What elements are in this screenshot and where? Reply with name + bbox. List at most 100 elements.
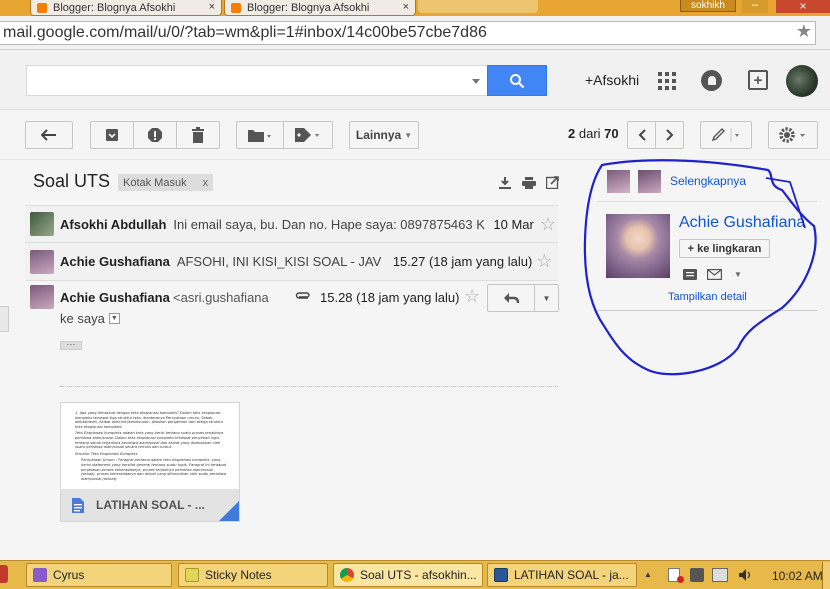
attachment-divider: [60, 386, 558, 387]
blogger-icon: [231, 2, 241, 13]
window-close-button[interactable]: ×: [776, 0, 830, 13]
newer-button[interactable]: [627, 121, 656, 149]
device-tray-icon[interactable]: [690, 568, 704, 582]
folder-icon: [248, 130, 271, 142]
archive-button[interactable]: [90, 121, 134, 149]
browser-tab[interactable]: Blogger: Blognya Afsokhi ×: [224, 0, 416, 16]
reply-button[interactable]: [487, 284, 535, 312]
participant-avatar[interactable]: [607, 170, 630, 193]
delete-button[interactable]: [176, 121, 220, 149]
taskbar-item[interactable]: Cyrus: [26, 563, 172, 587]
sender-email: <asri.gushafiana: [173, 290, 269, 305]
preview-paragraph: Teks Eksplanasi kompleks adalah teks yan…: [75, 431, 224, 450]
thread-subject: Soal UTS: [33, 171, 111, 191]
participant-avatar[interactable]: [638, 170, 661, 193]
word-document-icon: [494, 568, 508, 582]
bookmark-star-icon[interactable]: ★: [796, 21, 812, 42]
star-icon[interactable]: ☆: [536, 251, 552, 272]
avatar[interactable]: [786, 65, 818, 97]
share-plus-icon[interactable]: +: [748, 70, 768, 90]
input-tools-button[interactable]: [700, 121, 752, 149]
labels-button[interactable]: [283, 121, 333, 149]
notifications-bell-icon[interactable]: [701, 70, 722, 91]
preview-heading: Struktur Teks Eksplanasi Kompleks: [75, 451, 138, 456]
attachment-card[interactable]: 1. Apa yang dimaksud dengan teks eksplan…: [60, 402, 240, 522]
message-time: 10 Mar: [493, 216, 534, 232]
collapsed-message[interactable]: Achie Gushafiana AFSOHI, INI KISI_KISI S…: [25, 243, 558, 281]
taskbar-item[interactable]: LATIHAN SOAL - ja...: [487, 563, 637, 587]
search-icon: [510, 73, 525, 88]
print-icon[interactable]: [522, 177, 536, 189]
show-details-link[interactable]: Tampilkan detail: [668, 291, 747, 303]
collapsed-message[interactable]: Afsokhi Abdullah Ini email saya, bu. Dan…: [25, 205, 558, 243]
sidebar-divider: [597, 310, 817, 311]
reply-icon: [504, 293, 519, 304]
attachment-clip-icon: [294, 290, 310, 305]
gear-icon: [779, 127, 805, 143]
download-icon[interactable]: [499, 177, 511, 189]
side-panel-handle[interactable]: [0, 306, 9, 332]
pager-count: 2 dari 70: [568, 126, 619, 141]
move-to-button[interactable]: [236, 121, 284, 149]
email-envelope-icon[interactable]: [707, 268, 723, 283]
recipient-text: ke saya: [60, 311, 105, 326]
show-hidden-icons[interactable]: ▲: [644, 570, 652, 579]
start-button[interactable]: [0, 565, 8, 583]
open-new-window-icon[interactable]: [545, 176, 559, 190]
more-participants-link[interactable]: Selengkapnya: [670, 174, 746, 188]
new-tab-button[interactable]: [418, 0, 538, 13]
contact-name[interactable]: Achie Gushafiana: [679, 214, 805, 232]
sender-name: Achie Gushafiana: [60, 254, 170, 269]
report-spam-button[interactable]: [133, 121, 177, 149]
search-input[interactable]: [26, 65, 488, 96]
chat-icon[interactable]: [683, 268, 697, 283]
remove-label-icon[interactable]: x: [203, 177, 209, 189]
more-contact-actions-icon[interactable]: ▼: [734, 270, 742, 279]
more-actions-label: Lainnya: [355, 128, 402, 142]
taskbar-item[interactable]: Sticky Notes: [178, 563, 328, 587]
more-actions-button[interactable]: Lainnya ▼: [349, 121, 419, 149]
browser-tab[interactable]: Blogger: Blognya Afsokhi ×: [30, 0, 222, 16]
show-desktop-button[interactable]: [822, 562, 830, 589]
taskbar-item-label: Cyrus: [53, 568, 85, 582]
older-button[interactable]: [655, 121, 684, 149]
cyrus-app-icon: [33, 568, 47, 582]
sticky-notes-icon: [185, 568, 199, 582]
taskbar-clock: 10:02 AM: [772, 569, 823, 583]
blogger-icon: [37, 2, 47, 13]
message-time: 15.27 (18 jam yang lalu): [392, 254, 533, 269]
address-input[interactable]: mail.google.com/mail/u/0/?tab=wm&pli=1#i…: [0, 21, 816, 45]
taskbar-item[interactable]: Soal UTS - afsokhin...: [333, 563, 483, 587]
chevron-down-icon: ▼: [404, 130, 413, 140]
sidebar-divider: [597, 201, 817, 202]
attachment-footer: LATIHAN SOAL - ...: [61, 489, 239, 521]
star-icon[interactable]: ☆: [464, 286, 480, 307]
message-time: 15.28 (18 jam yang lalu): [320, 290, 460, 305]
account-plus-link[interactable]: +Afsokhi: [585, 72, 639, 88]
chevron-left-icon: [638, 129, 646, 141]
close-tab-icon[interactable]: ×: [209, 1, 215, 13]
more-reply-options-button[interactable]: ▼: [534, 284, 559, 312]
browser-tab-label: Blogger: Blognya Afsokhi: [247, 1, 370, 14]
contact-photo[interactable]: [606, 214, 670, 278]
preview-question: 1. Apa yang dimaksud dengan teks eksplan…: [75, 411, 224, 429]
volume-tray-icon[interactable]: [738, 568, 752, 585]
search-button[interactable]: [487, 65, 547, 96]
sender-name: Achie Gushafiana: [60, 290, 170, 305]
star-icon[interactable]: ☆: [540, 214, 556, 235]
avatar: [30, 212, 54, 236]
profile-badge[interactable]: sokhikh: [680, 0, 736, 12]
search-options-icon[interactable]: [472, 79, 480, 84]
settings-button[interactable]: [768, 121, 818, 149]
archive-icon: [106, 129, 118, 141]
show-trimmed-content-button[interactable]: ···: [60, 340, 82, 350]
recipients-line: ke saya ▼: [60, 311, 120, 326]
network-tray-icon[interactable]: [712, 568, 728, 582]
close-tab-icon[interactable]: ×: [403, 1, 409, 13]
minimize-button[interactable]: –: [742, 0, 768, 13]
apps-grid-icon[interactable]: [658, 72, 676, 93]
avatar: [30, 285, 54, 309]
add-to-circle-button[interactable]: + ke lingkaran: [679, 239, 770, 258]
back-to-inbox-button[interactable]: [25, 121, 73, 149]
show-details-toggle-icon[interactable]: ▼: [108, 313, 120, 324]
